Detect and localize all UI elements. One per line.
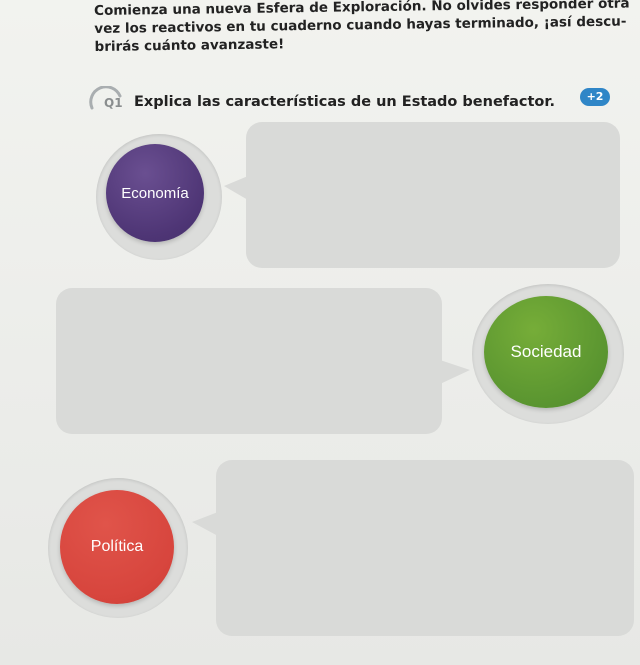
question-number: Q1 (104, 96, 123, 110)
answer-box-economia-pointer (224, 176, 248, 200)
topic-label-economia: Economía (121, 184, 189, 202)
instructions-line-3: brirás cuánto avanzaste! (94, 36, 285, 55)
answer-box-sociedad[interactable] (56, 288, 442, 434)
question-text: Explica las características de un Estado… (134, 94, 555, 110)
answer-box-economia[interactable] (246, 122, 620, 268)
instructions-text: Comienza una nueva Esfera de Exploración… (94, 0, 635, 56)
topic-circle-economia: Economía (106, 144, 204, 242)
topic-label-sociedad: Sociedad (510, 342, 582, 361)
topic-circle-politica: Política (60, 490, 174, 604)
topic-circle-sociedad: Sociedad (484, 296, 608, 408)
points-badge: +2 (580, 88, 610, 106)
topic-label-politica: Política (90, 538, 144, 555)
answer-box-politica[interactable] (216, 460, 634, 636)
answer-box-sociedad-pointer (440, 360, 470, 384)
answer-box-politica-pointer (192, 512, 218, 536)
question-header: Q1 Explica las características de un Est… (86, 86, 616, 122)
